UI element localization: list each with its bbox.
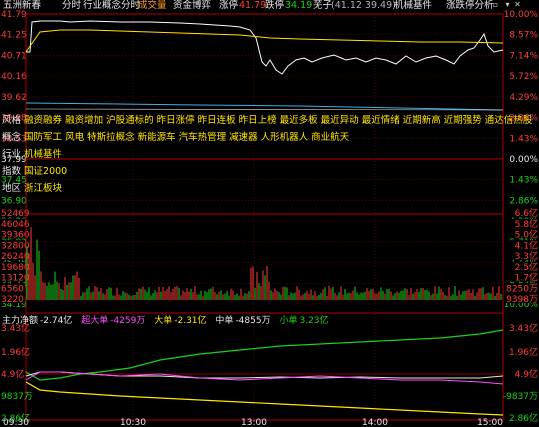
chart-toolbar: 五洲新春 分时 行业概念分时 成交量 资金博弈 涨停 41.79 跌停 34.1… [0, 0, 539, 12]
volume-axis-label: 2.5亿 [515, 261, 538, 273]
flow-big-value: -2.31亿 [174, 316, 207, 326]
pct-axis-label: 7.14% [509, 51, 538, 61]
sector-name[interactable]: 机械基件 [394, 0, 432, 12]
pct-axis-label: 1.43% [509, 134, 538, 144]
volume-axis-label: 3220 [1, 295, 24, 305]
volume-axis-label: 5.8亿 [515, 218, 538, 230]
pct-axis-label: 0.00% [509, 155, 538, 165]
volume-axis-label: 9398万 [506, 295, 538, 305]
volume-axis-label: 1.7亿 [515, 272, 538, 284]
volume-axis-label: 8250万 [506, 284, 538, 294]
flow-axis-label: -9837万 [503, 392, 538, 402]
fund-flow-legend: 主力净额 -2.74亿 超大单 -4259万 大单 -2.31亿 中单 -4855万 小… [2, 316, 335, 327]
volume-axis-label: 5.0亿 [515, 229, 538, 241]
limit-down-label: 跌停 [265, 0, 285, 11]
flow-axis-label: 4.9亿 [515, 368, 538, 380]
close-icon[interactable]: ✕ [513, 0, 522, 9]
price-axis-label: 41.25 [1, 31, 27, 41]
stock-info-panel: 风格 融资融券 融资增加 沪股通标的 昨日涨停 昨日连板 昨日上榜 最近多板 最… [2, 115, 532, 195]
flow-main-value: -2.74亿 [40, 316, 73, 326]
cursor-value: (41.12 39.49) [331, 0, 396, 11]
volume-axis-label: 6.6亿 [515, 207, 538, 219]
time-axis-label: 13:00 [241, 418, 267, 427]
tab-sector-intraday[interactable]: 行业概念分时 [83, 0, 140, 12]
flow-small-value: 3.23亿 [299, 316, 329, 326]
style-label: 风格 [2, 115, 22, 126]
volume-axis-label: 3.3亿 [515, 250, 538, 262]
tab-volume[interactable]: 成交量 [138, 0, 167, 12]
industry-value[interactable]: 机械基件 [24, 149, 62, 160]
stock-name[interactable]: 五洲新春 [3, 0, 41, 12]
pct-axis-label: 4.29% [509, 93, 538, 103]
tab-limit-analysis[interactable]: 涨跌停分析 [446, 0, 494, 12]
chevron-down-icon[interactable]: ▾ [503, 0, 512, 9]
volume-axis-label: 6560 [1, 284, 24, 294]
intraday-chart[interactable]: 41.79 10.00%41.25 8.57%40.71 7.14%40.16 5.72… [0, 0, 539, 427]
industry-label: 行业 [2, 149, 22, 160]
flow-axis-label: 3.43亿 [509, 322, 538, 334]
limit-down-value: 34.19 [285, 0, 313, 11]
style-value[interactable]: 融资融券 融资增加 沪股通标的 昨日涨停 昨日连板 昨日上榜 最近多板 最近异动… [24, 115, 532, 126]
concept-value[interactable]: 国防军工 风电 特斯拉概念 新能源车 汽车热管理 减速器 人形机器人 商业航天 [24, 132, 349, 143]
flow-axis-label: 2.86亿 [509, 412, 538, 424]
price-axis-label: 36.90 [1, 196, 27, 206]
region-row: 地区 浙江板块 [2, 183, 502, 195]
limit-up-label: 涨停 [219, 0, 239, 11]
volume-axis-label: 4.1亿 [515, 239, 538, 251]
cursor-label: 芜子 [313, 0, 333, 11]
pct-axis-label: 5.72% [509, 72, 538, 82]
index-label: 指数 [2, 166, 22, 177]
time-axis-label: 15:00 [477, 418, 503, 427]
region-label: 地区 [2, 183, 22, 194]
flow-title: 主力净额 [2, 316, 39, 326]
price-line [26, 20, 504, 75]
limit-up-value: 41.79 [239, 0, 267, 11]
industry-row: 行业 机械基件 [2, 149, 502, 161]
pct-axis-label: 2.86% [509, 196, 538, 206]
time-axis-label: 09:30 [3, 418, 29, 427]
chart-frame [25, 13, 504, 421]
flow-small-label: 小单 [279, 316, 298, 326]
tab-fund-game[interactable]: 资金博弈 [173, 0, 211, 12]
flow-axis-label: 1.96亿 [509, 346, 538, 358]
pct-axis-label: 8.57% [509, 31, 538, 41]
style-row: 风格 融资融券 融资增加 沪股通标的 昨日涨停 昨日连板 昨日上榜 最近多板 最… [2, 115, 532, 127]
tab-intraday[interactable]: 分时 [62, 0, 81, 12]
index-value[interactable]: 国证2000 [24, 166, 67, 177]
index-line [25, 108, 504, 111]
flow-axis-label: 1.96亿 [1, 346, 30, 358]
concept-row: 概念 国防军工 风电 特斯拉概念 新能源车 汽车热管理 减速器 人形机器人 商业… [2, 132, 502, 144]
flow-super-label: 超大单 [81, 316, 109, 326]
time-axis-label: 14:00 [362, 418, 388, 427]
concept-label: 概念 [2, 132, 22, 143]
flow-big-label: 大单 [154, 316, 173, 326]
flow-mid-label: 中单 [215, 316, 234, 326]
price-axis-label: 40.16 [1, 72, 27, 82]
flow-mid-value: -4855万 [235, 316, 271, 326]
small-order-line [25, 329, 504, 381]
time-axis-label: 10:30 [120, 418, 146, 427]
big-order-line [25, 381, 504, 416]
average-line [25, 29, 504, 53]
flow-axis-label: 4.9亿 [1, 368, 24, 380]
pct-axis-label: 1.43% [509, 176, 538, 186]
region-value[interactable]: 浙江板块 [24, 183, 62, 194]
index-row: 指数 国证2000 [2, 166, 502, 178]
settings-icon[interactable]: ▫ [491, 0, 500, 9]
flow-axis-label: 9837万 [1, 392, 33, 402]
price-axis-label: 39.62 [1, 93, 27, 103]
price-axis-label: 40.71 [1, 51, 27, 61]
flow-super-value: -4259万 [110, 316, 146, 326]
